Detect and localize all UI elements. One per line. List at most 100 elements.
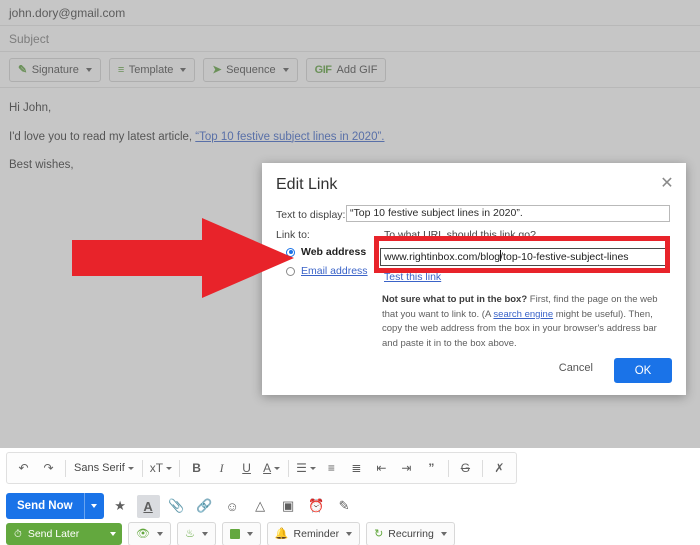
chevron-down-icon: [180, 67, 187, 72]
font-family-select[interactable]: Sans Serif: [70, 455, 138, 481]
tracking-button[interactable]: 👁: [128, 522, 171, 545]
insert-link-icon[interactable]: 🔗: [193, 495, 216, 518]
send-row: Send Now ★ A 📎 🔗 ☺ △ ▣ ⏰ ✎: [6, 493, 356, 519]
puzzle-button[interactable]: ♨: [176, 522, 216, 545]
chevron-down-icon: [85, 67, 92, 72]
text-to-display-input[interactable]: “Top 10 festive subject lines in 2020”.: [346, 205, 670, 222]
font-size-icon[interactable]: xT: [147, 455, 175, 481]
puzzle-icon: ♨: [184, 527, 195, 540]
divider: [141, 459, 143, 477]
divider: [481, 459, 483, 477]
strikethrough-button[interactable]: G: [453, 455, 478, 481]
italic-button[interactable]: I: [209, 455, 234, 481]
subject-placeholder: Subject: [9, 31, 50, 46]
align-icon[interactable]: ☰: [293, 455, 319, 481]
chevron-down-icon: [246, 532, 253, 536]
link-to-label: Link to:: [276, 229, 310, 241]
chevron-down-icon: [346, 532, 353, 536]
indent-less-icon[interactable]: ⇤: [369, 455, 394, 481]
chevron-down-icon: [127, 466, 134, 470]
numbered-list-icon[interactable]: ≡: [319, 455, 344, 481]
edit-link-dialog: Edit Link ✕ Text to display: “Top 10 fes…: [262, 163, 686, 395]
text-color-button[interactable]: A: [259, 455, 284, 481]
send-later-button[interactable]: ⏱ Send Later: [6, 523, 122, 545]
send-now-button[interactable]: Send Now: [6, 493, 104, 519]
add-gif-label: Add GIF: [336, 63, 378, 76]
bulleted-list-icon[interactable]: ≣: [344, 455, 369, 481]
body-line: I'd love you to read my latest article, …: [9, 129, 691, 146]
confidential-icon[interactable]: ⏰: [305, 495, 328, 518]
add-gif-button[interactable]: GIF Add GIF: [305, 57, 387, 82]
reminder-label: Reminder: [293, 528, 340, 540]
dropbox-icon[interactable]: ★: [109, 495, 132, 518]
sequence-label: Sequence: [226, 63, 276, 76]
reminder-bell-icon: 🔔: [274, 527, 289, 540]
chevron-down-icon: [110, 532, 116, 536]
test-this-link[interactable]: Test this link: [384, 271, 441, 283]
cancel-button[interactable]: Cancel: [550, 357, 602, 379]
dialog-title: Edit Link: [276, 176, 338, 193]
attach-icon[interactable]: 📎: [165, 495, 188, 518]
undo-icon[interactable]: ↶: [11, 455, 36, 481]
bold-button[interactable]: B: [184, 455, 209, 481]
url-value-after-caret: /top-10-festive-subject-lines: [500, 251, 629, 263]
text-color-icon: A: [263, 461, 272, 475]
to-field-row[interactable]: john.dory@gmail.com: [0, 0, 700, 26]
search-engine-link[interactable]: search engine: [493, 309, 553, 320]
subject-field-row[interactable]: Subject: [0, 26, 700, 52]
gif-icon: GIF: [314, 63, 332, 76]
signature-button[interactable]: ✎ Signature: [9, 57, 101, 82]
send-later-dropdown[interactable]: [104, 532, 122, 536]
insert-photo-icon[interactable]: ▣: [277, 495, 300, 518]
underline-button[interactable]: U: [234, 455, 259, 481]
send-options-dropdown[interactable]: [85, 493, 104, 519]
signature-icon: ✎: [18, 64, 27, 76]
reminder-button[interactable]: 🔔 Reminder: [266, 522, 361, 545]
divider: [288, 459, 290, 477]
template-button[interactable]: ≡ Template: [108, 57, 196, 82]
radio-selected-icon: [286, 247, 295, 257]
font-family-value: Sans Serif: [74, 462, 125, 474]
chevron-down-icon: [91, 504, 98, 508]
remove-format-icon[interactable]: ✗: [487, 455, 512, 481]
recurring-icon: ↻: [374, 527, 384, 540]
format-text-icon[interactable]: A: [136, 494, 160, 518]
divider: [447, 459, 449, 477]
divider: [65, 459, 66, 477]
chevron-down-icon: [274, 466, 281, 470]
emoji-icon[interactable]: ☺: [221, 495, 244, 518]
recurring-label: Recurring: [388, 528, 434, 540]
radio-email-address[interactable]: Email address: [286, 265, 368, 277]
note-icon: [229, 529, 240, 539]
close-icon[interactable]: ✕: [658, 174, 676, 192]
drive-icon[interactable]: △: [249, 495, 272, 518]
formatting-toolbar: ↶ ↷ Sans Serif xT B I U A ☰ ≡ ≣ ⇤ ⇥ ” G …: [6, 452, 517, 484]
ok-button[interactable]: OK: [614, 358, 672, 383]
url-input[interactable]: www.rightinbox.com/blog/top-10-festive-s…: [380, 248, 666, 266]
chevron-down-icon: [156, 532, 163, 536]
template-label: Template: [128, 63, 174, 76]
to-address: john.dory@gmail.com: [9, 5, 126, 20]
rightinbox-toolbar: ✎ Signature ≡ Template ➤ Sequence GIF Ad…: [0, 52, 700, 88]
screen: john.dory@gmail.com Subject ✎ Signature …: [0, 0, 700, 545]
body-line-prefix: I'd love you to read my latest article,: [9, 130, 196, 143]
sequence-button[interactable]: ➤ Sequence: [203, 57, 298, 82]
radio-web-address[interactable]: Web address: [286, 246, 366, 258]
indent-more-icon[interactable]: ⇥: [394, 455, 419, 481]
signature-pen-icon[interactable]: ✎: [333, 495, 356, 518]
body-greeting: Hi John,: [9, 102, 52, 114]
recurring-button[interactable]: ↻ Recurring: [366, 522, 455, 545]
url-value-before-caret: www.rightinbox.com/blog: [384, 251, 501, 263]
chevron-down-icon: [282, 67, 289, 72]
note-button[interactable]: [221, 522, 261, 545]
chevron-down-icon: [166, 466, 173, 470]
divider: [179, 459, 181, 477]
tracking-eye-icon: 👁: [136, 527, 150, 540]
url-hint-text: To what URL should this link go?: [384, 229, 536, 241]
quote-icon[interactable]: ”: [419, 455, 444, 481]
redo-icon[interactable]: ↷: [36, 455, 61, 481]
radio-web-address-label: Web address: [301, 246, 367, 258]
clock-icon: ⏱: [14, 528, 22, 540]
body-inline-link[interactable]: “Top 10 festive subject lines in 2020”.: [195, 131, 384, 143]
send-later-label: Send Later: [27, 528, 80, 540]
